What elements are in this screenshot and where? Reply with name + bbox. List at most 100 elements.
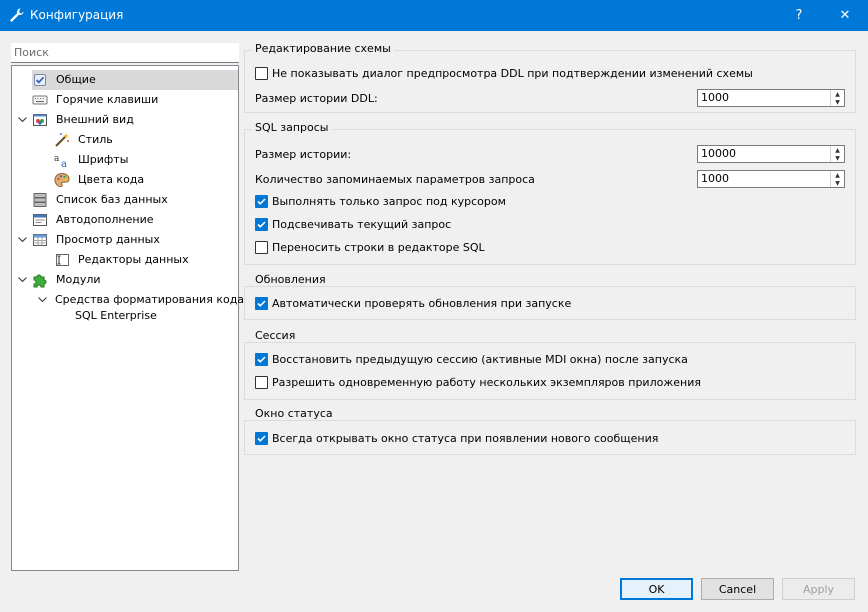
general-icon (34, 74, 46, 86)
spin-down-icon[interactable]: ▼ (831, 154, 844, 162)
help-button[interactable]: ? (776, 0, 822, 31)
appearance-icon (33, 114, 47, 126)
ok-button[interactable]: OK (620, 578, 693, 600)
wrap-lines-row[interactable]: Переносить строки в редакторе SQL (255, 238, 485, 256)
query-params-value[interactable]: 1000 (698, 171, 830, 187)
status-window-label: Всегда открывать окно статуса при появле… (272, 431, 659, 445)
history-size-spinbox[interactable]: 10000 ▲ ▼ (697, 145, 845, 163)
svg-text:a: a (54, 154, 60, 164)
tree-item-hotkeys[interactable]: Горячие клавиши (32, 90, 161, 110)
restore-session-label: Восстановить предыдущую сессию (активные… (272, 352, 688, 366)
ddl-history-label: Размер истории DDL: (255, 91, 378, 105)
title-bar: Конфигурация ? ✕ (0, 0, 868, 31)
ddl-history-spinbox[interactable]: 1000 ▲ ▼ (697, 89, 845, 107)
help-icon: ? (795, 8, 803, 23)
highlight-query-row[interactable]: Подсвечивать текущий запрос (255, 215, 451, 233)
exec-under-cursor-checkbox[interactable] (255, 194, 268, 208)
tree-item-fonts[interactable]: a a Шрифты (54, 150, 131, 170)
multi-instance-checkbox[interactable] (255, 375, 268, 389)
settings-tree[interactable]: Общие Горячие клавиши Внешний вид Стиль … (11, 65, 244, 571)
tree-item-data-browser[interactable]: Просмотр данных (32, 230, 163, 250)
checkmark-icon (257, 299, 266, 307)
group-title-status: Окно статуса (252, 407, 336, 420)
tree-item-label: Общие (56, 73, 96, 86)
spin-up-icon[interactable]: ▲ (831, 171, 844, 179)
tree-item-label: Стиль (78, 133, 113, 146)
tree-item-label: SQL Enterprise (75, 309, 157, 322)
close-icon: ✕ (839, 8, 851, 23)
data-editors-icon (56, 254, 69, 266)
ddl-preview-checkbox-row[interactable]: Не показывать диалог предпросмотра DDL п… (255, 64, 753, 82)
close-button[interactable]: ✕ (822, 0, 868, 31)
checkmark-icon (257, 355, 266, 363)
window-title: Конфигурация (30, 8, 124, 22)
group-title-updates: Обновления (252, 273, 329, 286)
history-size-label: Размер истории: (255, 147, 352, 161)
tree-item-label: Автодополнение (56, 213, 154, 226)
checkmark-icon (257, 197, 266, 205)
tree-item-general[interactable]: Общие (32, 70, 238, 90)
auto-update-row[interactable]: Автоматически проверять обновления при з… (255, 294, 571, 312)
restore-session-checkbox[interactable] (255, 352, 268, 366)
wrench-icon (10, 8, 24, 22)
checkmark-icon (257, 220, 266, 228)
auto-update-checkbox[interactable] (255, 296, 268, 310)
tree-item-label: Внешний вид (56, 113, 134, 126)
spin-down-icon[interactable]: ▼ (831, 179, 844, 187)
tree-item-label: Шрифты (78, 153, 129, 166)
history-size-value[interactable]: 10000 (698, 146, 830, 162)
collapse-arrow-plugins[interactable] (16, 270, 28, 290)
highlight-query-checkbox[interactable] (255, 217, 268, 231)
query-params-spinbox[interactable]: 1000 ▲ ▼ (697, 170, 845, 188)
autocomplete-icon (33, 214, 47, 226)
tree-item-database-list[interactable]: Список баз данных (32, 190, 171, 210)
collapse-arrow-formatters[interactable] (36, 290, 48, 310)
tree-item-label: Цвета кода (78, 173, 145, 186)
cancel-button[interactable]: Cancel (701, 578, 774, 600)
chevron-down-icon (17, 277, 27, 283)
chevron-down-icon (17, 117, 27, 123)
collapse-arrow-appearance[interactable] (16, 110, 28, 130)
plugins-puzzle-icon (33, 274, 47, 288)
database-list-icon (33, 193, 47, 207)
restore-session-row[interactable]: Восстановить предыдущую сессию (активные… (255, 350, 688, 368)
keyboard-icon (32, 95, 48, 105)
group-title-session: Сессия (252, 329, 299, 342)
spin-up-icon[interactable]: ▲ (831, 146, 844, 154)
ddl-preview-label: Не показывать диалог предпросмотра DDL п… (272, 66, 753, 80)
tree-item-label: Список баз данных (56, 193, 168, 206)
highlight-query-label: Подсвечивать текущий запрос (272, 217, 452, 231)
multi-instance-row[interactable]: Разрешить одновременную работу нескольки… (255, 373, 701, 391)
tree-item-label: Просмотр данных (56, 233, 160, 246)
data-browser-icon (33, 234, 47, 246)
style-wand-icon (55, 133, 69, 147)
tree-item-code-colors[interactable]: Цвета кода (54, 170, 147, 190)
search-input[interactable] (11, 43, 239, 63)
ddl-history-value[interactable]: 1000 (698, 90, 830, 106)
tree-item-data-editors[interactable]: Редакторы данных (54, 250, 192, 270)
apply-button[interactable]: Apply (782, 578, 855, 600)
tree-item-plugins[interactable]: Модули (32, 270, 104, 290)
tree-item-style[interactable]: Стиль (54, 130, 116, 150)
tree-item-appearance[interactable]: Внешний вид (32, 110, 137, 130)
tree-item-label: Горячие клавиши (56, 93, 159, 106)
status-window-row[interactable]: Всегда открывать окно статуса при появле… (255, 429, 658, 447)
palette-icon (54, 172, 70, 188)
group-title-schema: Редактирование схемы (252, 42, 394, 55)
wrap-lines-label: Переносить строки в редакторе SQL (272, 240, 485, 254)
exec-under-cursor-row[interactable]: Выполнять только запрос под курсором (255, 192, 506, 210)
tree-item-label: Редакторы данных (78, 253, 189, 266)
collapse-arrow-data-browser[interactable] (16, 230, 28, 250)
tree-item-autocomplete[interactable]: Автодополнение (32, 210, 157, 230)
chevron-down-icon (37, 297, 47, 303)
chevron-down-icon (17, 237, 27, 243)
tree-item-sql-enterprise[interactable]: SQL Enterprise (72, 306, 160, 326)
status-window-checkbox[interactable] (255, 431, 268, 445)
svg-text:a: a (61, 159, 67, 168)
tree-item-label: Модули (56, 273, 101, 286)
ddl-preview-checkbox[interactable] (255, 66, 268, 80)
group-title-sql: SQL запросы (252, 121, 332, 134)
wrap-lines-checkbox[interactable] (255, 240, 268, 254)
spin-up-icon[interactable]: ▲ (831, 90, 844, 98)
spin-down-icon[interactable]: ▼ (831, 98, 844, 106)
